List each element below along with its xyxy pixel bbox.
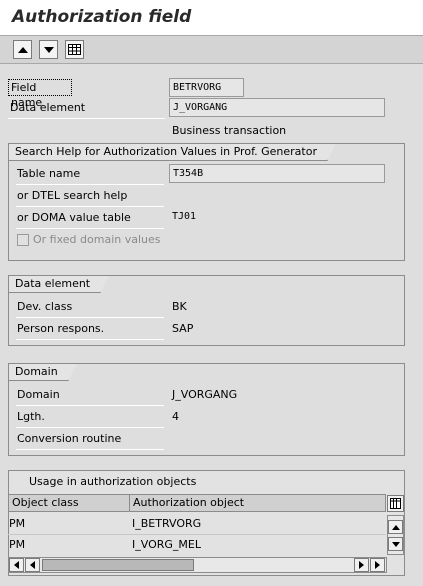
search-help-group-title: Search Help for Authorization Values in … (9, 144, 336, 161)
conversion-routine-label: Conversion routine (17, 432, 122, 445)
title-bar: Authorization field (0, 0, 423, 36)
field-name-label: Field name (8, 79, 72, 109)
fixed-domain-values-label: Or fixed domain values (33, 233, 161, 246)
down-arrow-icon[interactable] (39, 40, 58, 59)
person-responsible-value: SAP (172, 322, 194, 335)
data-element-group-title: Data element (9, 276, 110, 293)
divider (16, 427, 164, 428)
fixed-domain-values-checkbox[interactable] (17, 234, 29, 246)
table-icon[interactable] (65, 40, 84, 59)
scroll-right-icon[interactable] (354, 558, 369, 572)
table-settings-icon[interactable] (387, 495, 404, 512)
usage-table-title: Usage in authorization objects (29, 475, 197, 488)
person-responsible-label: Person respons. (17, 322, 105, 335)
scroll-last-icon[interactable] (370, 558, 385, 572)
scroll-left-icon[interactable] (25, 558, 40, 572)
divider (16, 228, 164, 229)
data-element-description: Business transaction (172, 124, 287, 137)
toolbar (0, 36, 423, 64)
table-name-label: Table name (17, 167, 81, 180)
divider (16, 317, 164, 318)
length-value: 4 (172, 410, 179, 423)
row-divider (8, 534, 386, 535)
divider (16, 449, 164, 450)
data-element-value: J_VORGANG (169, 98, 385, 117)
domain-group-title: Domain (9, 364, 77, 381)
scroll-first-icon[interactable] (9, 558, 24, 572)
table-cell[interactable]: I_BETRVORG (131, 515, 381, 533)
doma-value-table-label: or DOMA value table (17, 211, 131, 224)
divider (16, 405, 164, 406)
dtel-search-help-value (169, 186, 309, 205)
dev-class-label: Dev. class (17, 300, 73, 313)
scroll-down-icon[interactable] (388, 537, 403, 551)
table-name-value: T354B (169, 164, 385, 183)
dtel-search-help-label: or DTEL search help (17, 189, 128, 202)
scrollbar-thumb[interactable] (42, 559, 194, 571)
divider (16, 339, 164, 340)
divider (16, 184, 164, 185)
column-header-object-class[interactable]: Object class (8, 494, 130, 512)
table-cell[interactable]: PM (8, 536, 128, 554)
doma-value-table-value: TJ01 (172, 211, 197, 222)
window-title: Authorization field (12, 7, 192, 27)
table-cell[interactable]: I_VORG_MEL (131, 536, 381, 554)
divider (16, 206, 164, 207)
data-element-label: Data element (10, 101, 86, 114)
domain-value: J_VORGANG (172, 388, 238, 401)
domain-label: Domain (17, 388, 60, 401)
length-label: Lgth. (17, 410, 45, 423)
dev-class-value: BK (172, 300, 187, 313)
field-name-value: BETRVORG (169, 78, 244, 97)
scroll-up-icon[interactable] (388, 520, 403, 534)
up-arrow-icon[interactable] (13, 40, 32, 59)
table-cell[interactable]: PM (8, 515, 128, 533)
column-header-authorization-object[interactable]: Authorization object (129, 494, 386, 512)
divider (8, 118, 165, 119)
